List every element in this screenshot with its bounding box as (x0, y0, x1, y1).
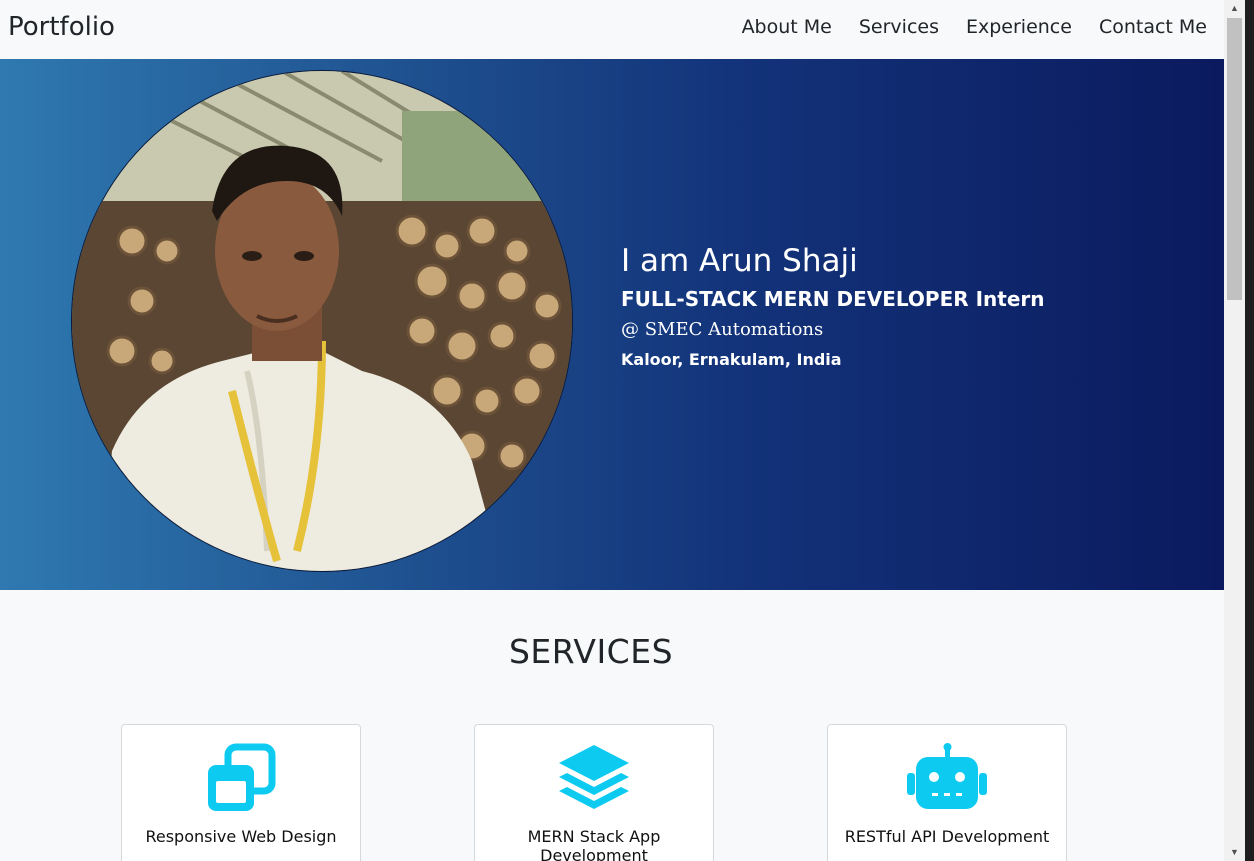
service-title: MERN Stack App Development (527, 827, 661, 861)
hero-company: @ SMEC Automations (621, 319, 824, 340)
hero-location: Kaloor, Ernakulam, India (621, 350, 842, 369)
services-heading: SERVICES (508, 632, 674, 671)
hero-section: I am Arun Shaji FULL-STACK MERN DEVELOPE… (0, 59, 1224, 590)
nav-link-contact[interactable]: Contact Me (1099, 16, 1207, 38)
service-card-api: RESTful API Development (827, 724, 1067, 861)
profile-photo (72, 71, 572, 571)
windows-stack-icon (122, 743, 360, 815)
service-title: Responsive Web Design (145, 827, 337, 846)
navbar: Portfolio About Me Services Experience C… (0, 0, 1224, 59)
hero-name: I am Arun Shaji (621, 243, 858, 279)
service-card-mern: MERN Stack App Development (474, 724, 714, 861)
scroll-down-arrow-icon[interactable]: ▼ (1224, 844, 1245, 861)
brand-link[interactable]: Portfolio (8, 12, 115, 42)
hero-role: FULL-STACK MERN DEVELOPER Intern (621, 287, 1045, 311)
service-card-web-design: Responsive Web Design (121, 724, 361, 861)
page: Portfolio About Me Services Experience C… (0, 0, 1224, 861)
scrollbar-thumb[interactable] (1227, 18, 1242, 300)
robot-icon (828, 743, 1066, 815)
profile-avatar (71, 70, 573, 572)
nav-link-about[interactable]: About Me (742, 16, 832, 38)
layers-icon (475, 743, 713, 815)
nav-link-services[interactable]: Services (859, 16, 939, 38)
nav-link-experience[interactable]: Experience (966, 16, 1072, 38)
hero-text: I am Arun Shaji FULL-STACK MERN DEVELOPE… (621, 243, 1045, 369)
scroll-up-arrow-icon[interactable]: ▲ (1224, 0, 1245, 17)
nav-links: About Me Services Experience Contact Me (742, 16, 1207, 38)
service-title: RESTful API Development (844, 827, 1050, 846)
